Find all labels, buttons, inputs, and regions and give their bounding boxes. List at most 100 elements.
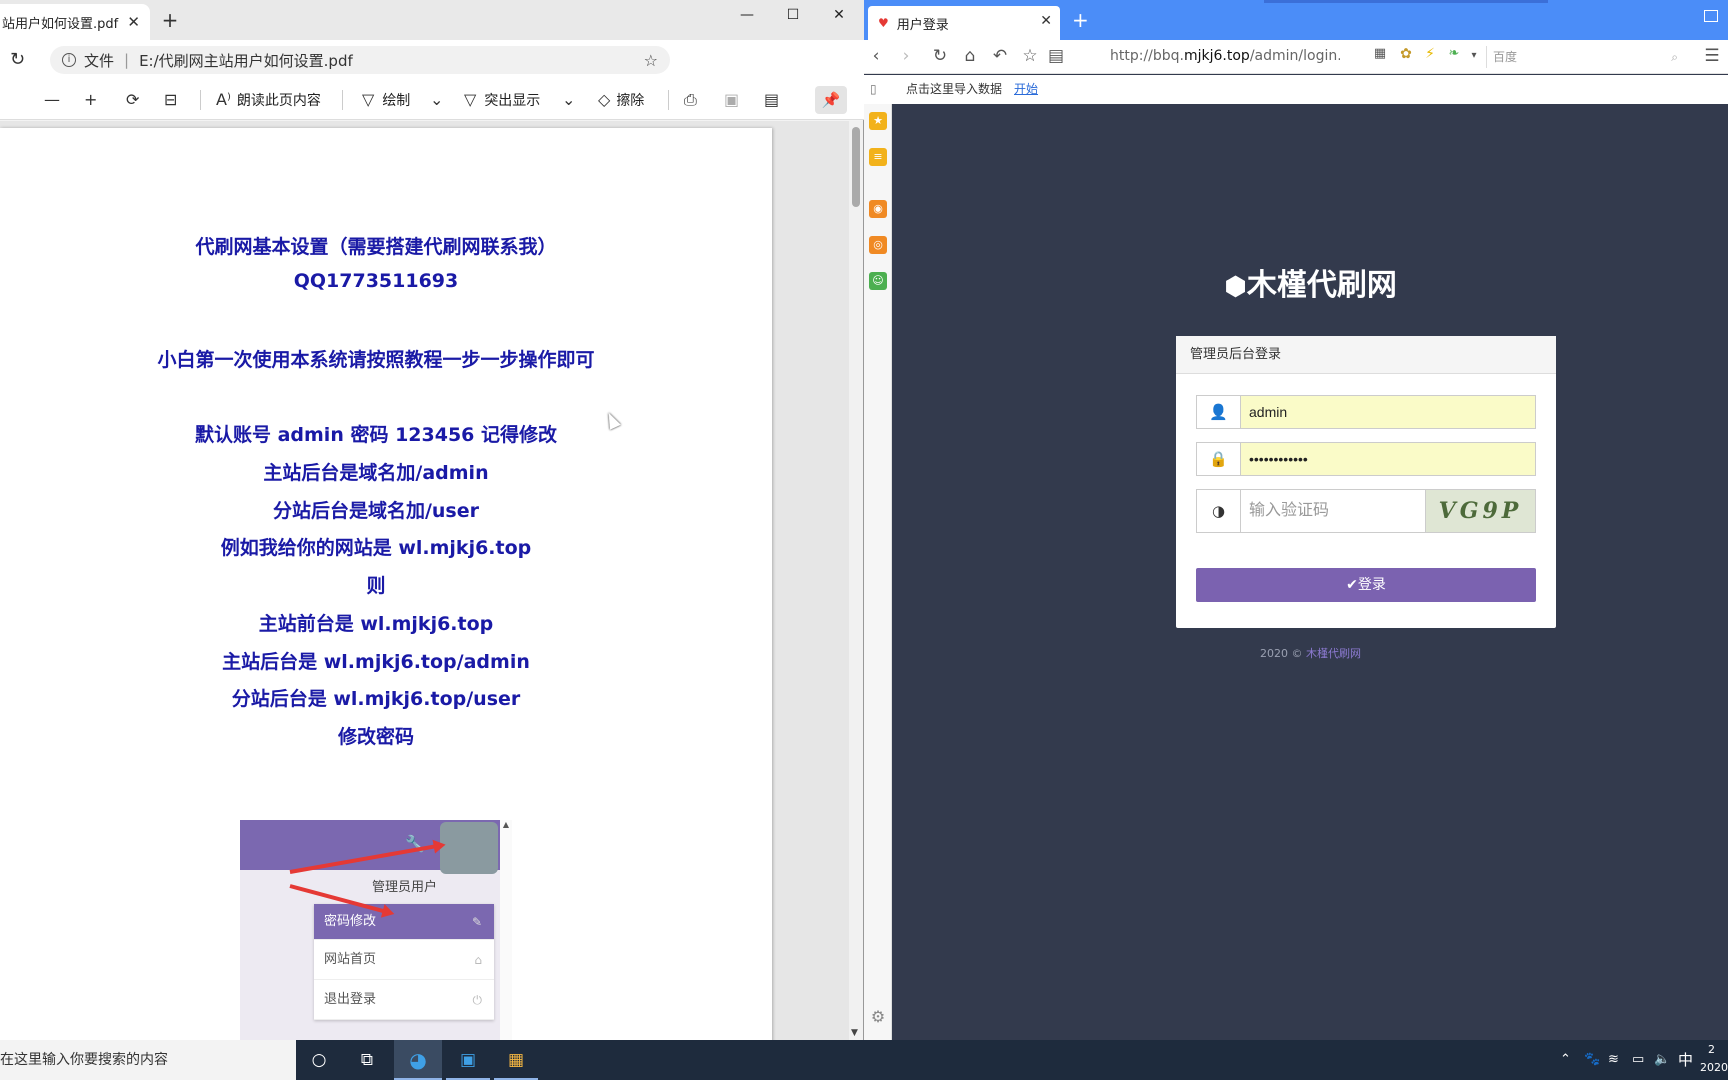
maximize-icon[interactable]: ☐ [770, 0, 816, 30]
reader-icon[interactable]: ▤ [1046, 46, 1066, 66]
menu-item-password: 密码修改 ✎ [314, 904, 494, 940]
address-path: E:/代刷网主站用户如何设置.pdf [139, 51, 353, 70]
url-field[interactable]: http://bbq.mjkj6.top/admin/login.php [1110, 48, 1340, 64]
captcha-image[interactable]: VG9P [1425, 490, 1535, 532]
edge-tab-pdf[interactable]: 站用户如何设置.pdf ✕ [0, 4, 150, 40]
favorite-star-icon[interactable]: ☆ [1020, 46, 1040, 66]
back-icon[interactable]: ‹ [866, 46, 886, 66]
erase-button[interactable]: ◇ 擦除 [598, 80, 644, 120]
read-aloud-label: 朗读此页内容 [236, 92, 321, 109]
minimize-icon[interactable]: — [724, 0, 770, 30]
footer-site-link[interactable]: 木槿代刷网 [1306, 647, 1361, 660]
save-icon[interactable]: ▣ [724, 80, 739, 120]
highlight-options-chevron-icon[interactable]: ⌄ [562, 80, 575, 120]
password-input[interactable]: •••••••••••• [1241, 443, 1535, 475]
pdf-line: 分站后台是 wl.mjkj6.top/user [231, 688, 521, 710]
rss-icon[interactable]: ◉ [869, 200, 887, 218]
new-tab-icon[interactable]: + [1072, 8, 1089, 32]
search-input[interactable]: 百度 ⌕ [1486, 46, 1686, 68]
dropdown-menu: 密码修改 ✎ 网站首页 ⌂ 退出登录 ⏻ [314, 904, 494, 1020]
app-icon[interactable]: ▣ [455, 1048, 481, 1072]
read-aloud-button[interactable]: A⁾ 朗读此页内容 [216, 80, 321, 120]
tray-app-icon[interactable]: 🐾 [1584, 1040, 1600, 1080]
qr-code-icon[interactable]: ▦ [1370, 46, 1390, 61]
pdf-line: 分站后台是域名加/user [272, 500, 480, 522]
login-card: 管理员后台登录 👤 admin 🔒 •••••••••••• ◑ 输入验证码 V… [1176, 336, 1556, 628]
contrast-icon: ◑ [1197, 490, 1241, 532]
browser-window: ♥ 用户登录 ✕ + ‹ › ↻ ⌂ ↶ ☆ ▤ http://bbq.mjkj… [864, 0, 1728, 1040]
window-mode-icon[interactable] [1704, 10, 1718, 22]
brand-title: ⬢木槿代刷网 [1224, 268, 1397, 303]
chevron-down-icon[interactable]: ▾ [1464, 50, 1484, 61]
tray-chevron-icon[interactable]: ⌃ [1560, 1040, 1571, 1080]
pin-toolbar-icon[interactable]: 📌 [815, 86, 847, 114]
wifi-icon[interactable]: ≋ [1608, 1040, 1619, 1080]
browser-app-icon[interactable]: ▦ [503, 1048, 529, 1072]
edge-icon[interactable]: ◕ [405, 1048, 431, 1072]
extension-icon[interactable]: ✿ [1396, 46, 1416, 62]
captcha-input[interactable]: 输入验证码 [1241, 490, 1425, 532]
browser-tab-login[interactable]: ♥ 用户登录 ✕ [868, 6, 1060, 40]
taskbar-search-input[interactable]: 在这里输入你要搜索的内容 [0, 1040, 296, 1080]
lock-icon: 🔒 [1197, 443, 1241, 475]
zoom-in-icon[interactable]: + [84, 80, 97, 120]
game-icon[interactable]: ☺ [869, 272, 887, 290]
username-field[interactable]: 👤 admin [1196, 395, 1536, 429]
print-icon[interactable]: ⎙ [684, 80, 697, 120]
close-icon[interactable]: ✕ [1040, 13, 1052, 29]
refresh-icon[interactable]: ↻ [930, 46, 950, 66]
pdf-line: 默认账号 admin 密码 123456 记得修改 [194, 424, 558, 446]
info-icon: i [62, 53, 76, 67]
pdf-viewer[interactable]: 代刷网基本设置（需要搭建代刷网联系我） QQ1773511693 小白第一次使用… [0, 121, 850, 1040]
erase-label: 擦除 [616, 92, 645, 109]
lightning-icon[interactable]: ⚡ [1420, 46, 1440, 62]
cortana-icon[interactable]: ○ [306, 1048, 332, 1072]
window-close-icon[interactable]: ✕ [816, 0, 862, 30]
draw-button[interactable]: ▽ 绘制 [362, 80, 410, 120]
undo-icon[interactable]: ↶ [990, 46, 1010, 66]
home-icon[interactable]: ⌂ [960, 46, 980, 66]
pdf-scrollbar[interactable]: ▼ [849, 121, 863, 1040]
edge-address-row: ↻ i 文件 | E:/代刷网主站用户如何设置.pdf ☆ ✩ ⧉ ⋯ [0, 40, 864, 110]
fit-page-icon[interactable]: ⊟ [164, 80, 177, 120]
edge-window: 站用户如何设置.pdf ✕ + — ☐ ✕ ↻ i 文件 | E:/代刷网主站用… [0, 0, 864, 1040]
pdf-line: 代刷网基本设置（需要搭建代刷网联系我） [195, 236, 557, 258]
refresh-icon[interactable]: ↻ [10, 49, 25, 70]
weibo-icon[interactable]: ◎ [869, 236, 887, 254]
clock-date[interactable]: 2020 [1700, 1048, 1728, 1080]
pdf-toolbar: — + ⟳ ⊟ A⁾ 朗读此页内容 ▽ 绘制 ⌄ ▽ 突出显示 ⌄ ◇ 擦除 ⎙ ▣ ▤ [0, 80, 864, 120]
username-input[interactable]: admin [1241, 396, 1535, 428]
password-field[interactable]: 🔒 •••••••••••• [1196, 442, 1536, 476]
login-card-title: 管理员后台登录 [1176, 336, 1556, 374]
ime-indicator[interactable]: 中 [1678, 1040, 1693, 1080]
scroll-down-icon[interactable]: ▼ [851, 1028, 858, 1038]
sidebar-toggle-icon[interactable]: ▯ [870, 75, 877, 104]
favorites-icon[interactable]: ★ [869, 112, 887, 130]
login-button[interactable]: ✔登录 [1196, 568, 1536, 602]
captcha-field[interactable]: ◑ 输入验证码 VG9P [1196, 489, 1536, 533]
volume-icon[interactable]: 🔈 [1654, 1040, 1670, 1080]
scrollbar-thumb[interactable] [852, 127, 860, 207]
close-icon[interactable]: ✕ [127, 13, 140, 31]
address-scheme-label: 文件 [84, 51, 115, 70]
home-icon: ⌂ [474, 953, 482, 967]
battery-icon[interactable]: ▭ [1632, 1040, 1644, 1080]
save-as-icon[interactable]: ▤ [764, 80, 779, 120]
menu-icon[interactable]: ☰ [1702, 46, 1722, 66]
address-bar[interactable]: i 文件 | E:/代刷网主站用户如何设置.pdf ☆ [50, 46, 670, 74]
favorite-star-icon[interactable]: ☆ [644, 51, 658, 70]
draw-options-chevron-icon[interactable]: ⌄ [430, 80, 443, 120]
new-tab-icon[interactable]: + [158, 8, 182, 32]
pdf-line: 例如我给你的网站是 wl.mjkj6.top [220, 537, 532, 559]
task-view-icon[interactable]: ⧉ [354, 1048, 380, 1072]
toolbar-divider [342, 90, 343, 110]
leaf-icon[interactable]: ❧ [1444, 46, 1464, 61]
eraser-icon: ◇ [598, 90, 611, 109]
notes-icon[interactable]: ≡ [869, 148, 887, 166]
zoom-out-icon[interactable]: — [44, 80, 60, 120]
gear-icon[interactable]: ⚙ [869, 1008, 887, 1026]
forward-icon[interactable]: › [896, 46, 916, 66]
rotate-icon[interactable]: ⟳ [126, 80, 139, 120]
highlight-button[interactable]: ▽ 突出显示 [464, 80, 540, 120]
import-start-link[interactable]: 开始 [1014, 75, 1038, 104]
